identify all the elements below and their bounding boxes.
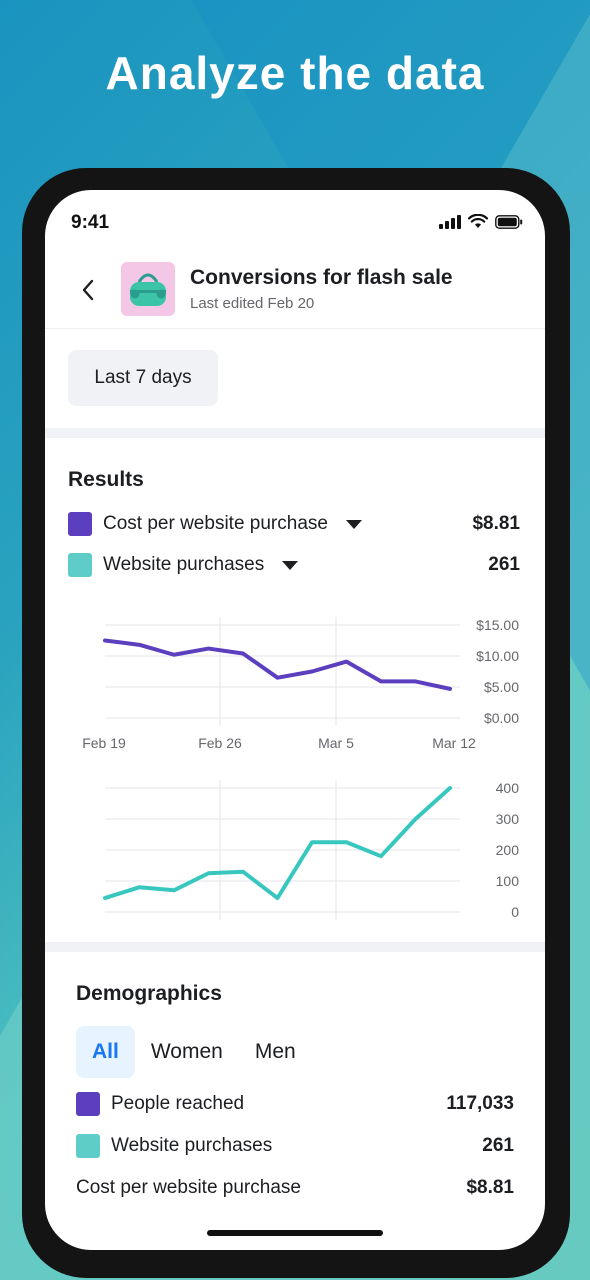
x-tick-label: Feb 19 xyxy=(82,735,126,751)
series-swatch xyxy=(68,512,92,536)
y-tick-label: 0 xyxy=(511,904,519,920)
status-bar: 9:41 xyxy=(45,190,545,250)
results-title: Results xyxy=(68,468,144,491)
demographics-label: People reached xyxy=(111,1093,245,1114)
demographics-label: Cost per website purchase xyxy=(76,1177,301,1198)
y-tick-label: 300 xyxy=(496,811,520,827)
section-divider xyxy=(45,428,545,438)
x-tick-label: Mar 12 xyxy=(432,735,476,751)
x-tick-label: Mar 5 xyxy=(318,735,354,751)
demographics-value: $8.81 xyxy=(466,1177,514,1198)
purchases-line-chart: 400 300 200 100 0 xyxy=(103,780,520,920)
metric-label: Website purchases xyxy=(103,554,265,575)
series-swatch xyxy=(68,553,92,577)
demographics-title: Demographics xyxy=(76,982,222,1005)
tab-women[interactable]: Women xyxy=(135,1026,239,1078)
status-icons xyxy=(439,214,523,229)
series-line xyxy=(103,786,452,901)
battery-icon xyxy=(495,214,523,229)
x-tick-label: Feb 26 xyxy=(198,735,242,751)
page-title: Conversions for flash sale xyxy=(190,266,453,289)
metric-row-purchases[interactable]: Website purchases 261 xyxy=(68,551,520,579)
back-button[interactable] xyxy=(73,272,103,308)
demographics-row-purchases: Website purchases 261 xyxy=(76,1132,514,1160)
date-range-button[interactable]: Last 7 days xyxy=(68,350,218,406)
y-tick-label: 100 xyxy=(496,873,520,889)
y-tick-label: $15.00 xyxy=(476,617,519,633)
tab-all[interactable]: All xyxy=(76,1026,135,1078)
headline: Analyze the data xyxy=(105,47,485,99)
metric-row-cost[interactable]: Cost per website purchase $8.81 xyxy=(68,510,520,538)
page-header: Conversions for flash sale Last edited F… xyxy=(45,252,545,329)
section-divider xyxy=(45,942,545,952)
demographics-value: 117,033 xyxy=(446,1093,514,1114)
y-tick-label: $10.00 xyxy=(476,648,519,664)
cellular-signal-icon xyxy=(439,214,461,229)
series-line xyxy=(103,638,452,691)
demographics-tabs: All Women Men xyxy=(76,1026,312,1078)
metric-value: $8.81 xyxy=(472,513,520,534)
dropdown-caret-icon[interactable] xyxy=(345,519,362,529)
cost-line-chart: $15.00 $10.00 $5.00 $0.00 Feb 19 Feb 26 Mar 5 M… xyxy=(82,617,519,751)
metric-value: 261 xyxy=(488,554,520,575)
status-time: 9:41 xyxy=(71,212,110,233)
metric-label: Cost per website purchase xyxy=(103,513,328,534)
series-swatch xyxy=(76,1134,100,1158)
demographics-value: 261 xyxy=(482,1135,514,1156)
wifi-icon xyxy=(468,214,488,228)
tab-men[interactable]: Men xyxy=(239,1026,312,1078)
dropdown-caret-icon[interactable] xyxy=(282,560,299,570)
demographics-row-people-reached: People reached 117,033 xyxy=(76,1090,514,1118)
y-tick-label: 200 xyxy=(496,842,520,858)
demographics-label: Website purchases xyxy=(111,1135,273,1156)
demographics-row-cost: Cost per website purchase $8.81 xyxy=(76,1174,514,1202)
duffel-bag-icon xyxy=(130,273,166,306)
y-tick-label: $5.00 xyxy=(484,679,519,695)
campaign-thumbnail xyxy=(121,262,175,316)
chevron-left-icon xyxy=(82,279,94,301)
series-swatch xyxy=(76,1092,100,1116)
phone-screen: 9:41 Conversions for flash sale Last edi… xyxy=(45,190,545,1250)
y-tick-label: 400 xyxy=(496,780,520,796)
last-edited-label: Last edited Feb 20 xyxy=(190,295,315,312)
home-indicator xyxy=(207,1230,383,1236)
y-tick-label: $0.00 xyxy=(484,710,519,726)
